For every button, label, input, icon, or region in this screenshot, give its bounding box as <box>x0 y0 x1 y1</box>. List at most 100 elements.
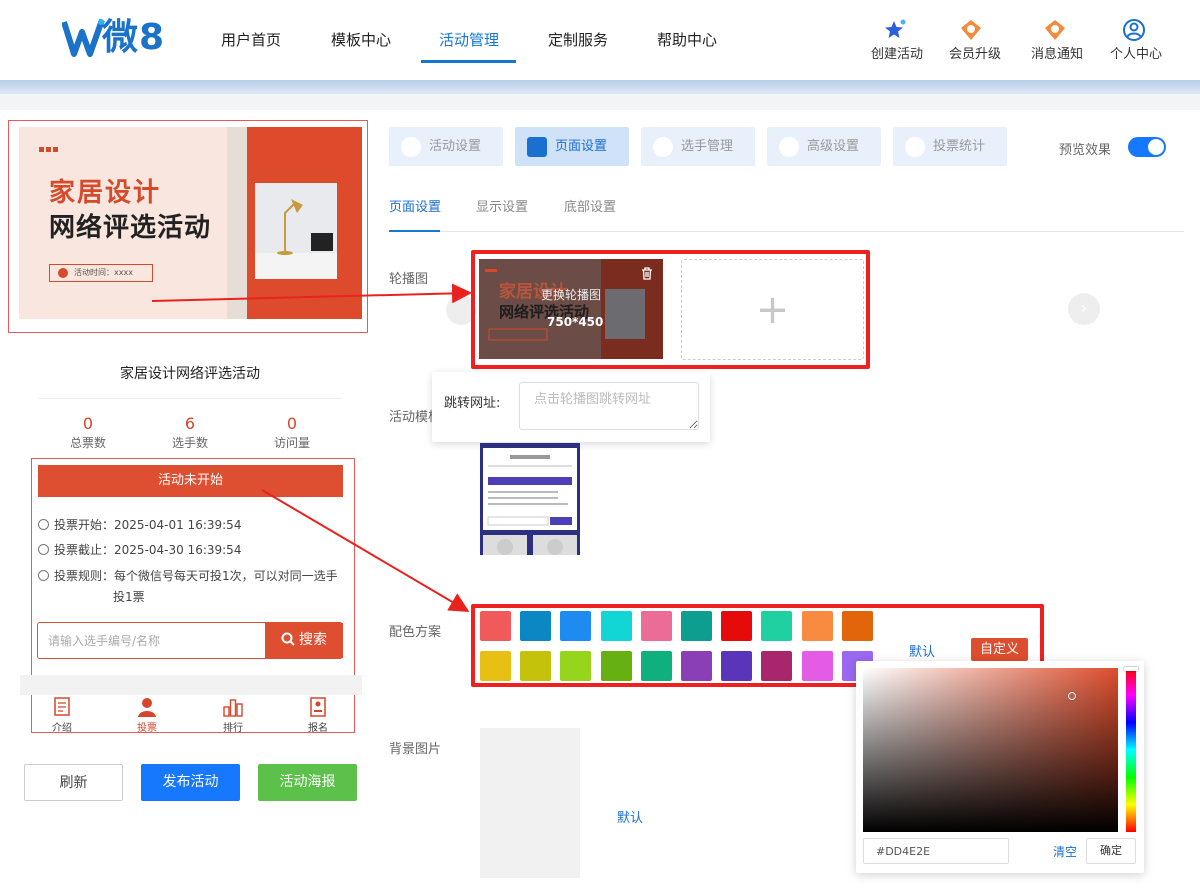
signup-icon[interactable] <box>306 697 330 717</box>
activity-status-bar: 活动未开始 <box>38 465 343 497</box>
logo[interactable]: 微8 <box>62 14 172 62</box>
picker-clear-button[interactable]: 清空 <box>1053 843 1077 860</box>
info-icon <box>38 570 49 581</box>
tab-page-settings[interactable]: 页面设置 <box>515 127 629 166</box>
tab-signup-label[interactable]: 报名 <box>288 719 348 734</box>
stats-icon <box>905 137 925 157</box>
publish-button[interactable]: 发布活动 <box>141 764 240 801</box>
tab-page-settings-label: 页面设置 <box>555 139 608 154</box>
nav-custom-service[interactable]: 定制服务 <box>548 29 608 50</box>
user-icon <box>653 137 673 157</box>
subtab-page-settings[interactable]: 页面设置 <box>389 196 441 215</box>
logo-w-icon <box>62 19 105 57</box>
create-activity-label[interactable]: 创建活动 <box>871 43 923 62</box>
hue-slider[interactable] <box>1126 668 1136 832</box>
tab-vote-label[interactable]: 投票 <box>117 719 177 734</box>
vote-rule-text: 投票规则：每个微信号每天可投1次，可以对同一选手 <box>54 569 338 583</box>
stat-total-votes-label: 总票数 <box>69 436 106 450</box>
tab-advanced-settings-label: 高级设置 <box>807 139 860 154</box>
subtab-active-underline <box>389 230 440 232</box>
logo-text: 微8 <box>102 17 166 58</box>
tab-player-manage[interactable]: 选手管理 <box>641 127 755 166</box>
nav-help-center[interactable]: 帮助中心 <box>657 29 717 50</box>
preview-toggle[interactable] <box>1128 137 1166 157</box>
subtab-footer-settings[interactable]: 底部设置 <box>564 196 616 215</box>
player-search: 搜索 <box>37 622 343 659</box>
subtab-divider <box>389 231 1184 232</box>
stat-visits-value: 0 <box>286 414 298 433</box>
stat-players-value: 6 <box>184 414 196 433</box>
refresh-button[interactable]: 刷新 <box>24 764 123 801</box>
user-center-icon[interactable] <box>1122 18 1146 42</box>
nav-template-center[interactable]: 模板中心 <box>331 29 391 50</box>
activity-title: 家居设计网络评选活动 <box>120 366 260 382</box>
saturation-cursor[interactable] <box>1068 692 1076 700</box>
color-picker: 清空 确定 <box>856 661 1144 873</box>
vote-start: 投票开始：2025-04-01 16:39:54 <box>38 516 241 533</box>
background-image-box[interactable] <box>480 728 580 878</box>
info-divider <box>38 398 342 399</box>
tab-player-manage-label: 选手管理 <box>681 139 734 154</box>
vote-rule-line2: 投1票 <box>113 590 145 604</box>
tab-vote-stats[interactable]: 投票统计 <box>893 127 1007 166</box>
vote-icon[interactable] <box>135 697 159 717</box>
search-icon <box>281 632 295 646</box>
hex-input[interactable] <box>863 838 1009 864</box>
vote-start-text: 投票开始：2025-04-01 16:39:54 <box>54 518 242 532</box>
toggle-knob <box>1148 139 1164 155</box>
stat-players-label: 选手数 <box>171 436 208 450</box>
picker-confirm-button[interactable]: 确定 <box>1086 838 1136 864</box>
stat-visits-label: 访问量 <box>273 436 310 450</box>
top-header: 微8 用户首页 模板中心 活动管理 定制服务 帮助中心 创建活动 会员升级 消息… <box>0 0 1200 80</box>
intro-icon[interactable] <box>50 697 74 717</box>
poster-button[interactable]: 活动海报 <box>258 764 357 801</box>
search-button-label: 搜索 <box>299 632 327 648</box>
hue-thumb[interactable] <box>1124 667 1138 671</box>
color-scheme-label: 配色方案 <box>389 625 442 640</box>
subtab-display-settings[interactable]: 显示设置 <box>476 196 528 215</box>
activity-info-card: 家居设计网络评选活动 0 总票数 6 选手数 0 访问量 <box>30 337 350 457</box>
banner-highlight-frame <box>8 120 368 333</box>
preview-toggle-label: 预览效果 <box>1059 143 1112 158</box>
tab-activity-settings-label: 活动设置 <box>429 139 482 154</box>
message-notice-label[interactable]: 消息通知 <box>1031 43 1083 62</box>
carousel-highlight-frame <box>471 250 870 369</box>
user-center-label[interactable]: 个人中心 <box>1110 43 1162 62</box>
jump-url-label: 跳转网址: <box>444 396 501 411</box>
tab-advanced-settings[interactable]: 高级设置 <box>767 127 881 166</box>
template-thumbnail[interactable] <box>480 443 580 563</box>
saturation-panel[interactable] <box>863 668 1118 832</box>
preview-spacer <box>20 675 362 695</box>
nav-user-home[interactable]: 用户首页 <box>221 29 281 50</box>
nav-activity-manage[interactable]: 活动管理 <box>439 29 499 50</box>
vote-rule: 投票规则：每个微信号每天可投1次，可以对同一选手 <box>38 567 338 584</box>
vote-end: 投票截止：2025-04-30 16:39:54 <box>38 541 241 558</box>
message-notice-icon[interactable] <box>1043 18 1067 42</box>
jump-url-input[interactable] <box>519 382 699 430</box>
background-image-label: 背景图片 <box>389 742 442 757</box>
player-search-input[interactable] <box>38 623 264 658</box>
background-default-button[interactable]: 默认 <box>617 807 643 826</box>
nav-active-underline <box>421 60 516 63</box>
tab-vote-stats-label: 投票统计 <box>933 139 986 154</box>
sliders-icon <box>779 137 799 157</box>
jump-url-popover: 跳转网址: <box>432 372 710 442</box>
vip-upgrade-icon[interactable] <box>959 18 983 42</box>
header-strip <box>0 80 1200 94</box>
heart-icon <box>401 137 421 157</box>
tab-intro-label[interactable]: 介绍 <box>32 719 92 734</box>
ranking-icon[interactable] <box>221 697 245 717</box>
tab-ranking-label[interactable]: 排行 <box>203 719 263 734</box>
stat-total-votes-value: 0 <box>82 414 94 433</box>
tab-activity-settings[interactable]: 活动设置 <box>389 127 503 166</box>
create-activity-icon[interactable] <box>883 18 907 42</box>
vote-end-text: 投票截止：2025-04-30 16:39:54 <box>54 543 242 557</box>
carousel-label: 轮播图 <box>389 272 429 287</box>
clock-icon <box>38 544 49 555</box>
player-search-button[interactable]: 搜索 <box>265 623 343 658</box>
clock-icon <box>38 519 49 530</box>
template-preview-graphic <box>480 443 580 563</box>
grid-icon <box>527 137 547 157</box>
carousel-next-button[interactable]: › <box>1068 293 1100 325</box>
vip-upgrade-label[interactable]: 会员升级 <box>949 43 1001 62</box>
